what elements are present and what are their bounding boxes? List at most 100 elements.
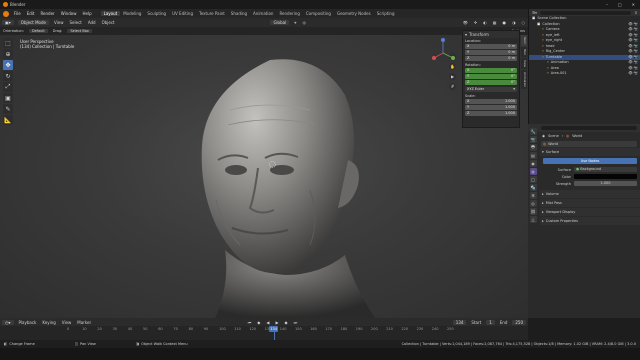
3d-viewport[interactable]: User Perspective (134) Collection | Turn… — [0, 35, 528, 318]
cursor-tool-icon[interactable]: ⊕ — [3, 49, 13, 59]
mode-dropdown[interactable]: Object Mode — [17, 20, 49, 25]
jump-end-icon[interactable]: ⏭ — [291, 320, 301, 325]
add-menu[interactable]: Add — [85, 20, 99, 25]
jump-start-icon[interactable]: ⏮ — [245, 320, 255, 325]
tab-tool[interactable]: Tool — [521, 46, 527, 57]
shading-solid-icon[interactable]: ● — [500, 20, 510, 25]
visibility-icon[interactable]: 👁 — [460, 20, 471, 25]
overlay-icon[interactable]: ◐ — [480, 20, 490, 25]
xray-icon[interactable]: ▦ — [490, 20, 500, 25]
timeline-view-menu[interactable]: View — [59, 320, 75, 325]
modifier-tab-icon[interactable]: 🔩 — [529, 184, 537, 191]
grid-view-icon[interactable]: # — [449, 83, 456, 90]
world-selector[interactable]: ◍ World — [541, 141, 637, 147]
menu-file[interactable]: File — [11, 11, 24, 16]
workspace-tab-scripting[interactable]: Scripting — [374, 11, 398, 16]
select-tool-icon[interactable]: ⬚ — [3, 38, 13, 48]
properties-search[interactable] — [541, 126, 637, 130]
transform-header[interactable]: ▾ Transform — [463, 31, 519, 38]
section-viewport-display[interactable]: ▸ Viewport Display — [540, 208, 640, 216]
drag-dropdown[interactable]: Select Box — [67, 29, 92, 33]
surface-shader-field[interactable]: ● Background — [574, 167, 637, 172]
menu-render[interactable]: Render — [37, 11, 57, 16]
timeline-editor-type[interactable]: ◷▾ — [2, 319, 14, 325]
minimize-button[interactable]: – — [601, 2, 613, 7]
use-nodes-button[interactable]: Use Nodes — [543, 158, 637, 164]
section-volume[interactable]: ▸ Volume — [540, 190, 640, 198]
next-key-icon[interactable]: ◆ — [282, 320, 291, 325]
scale-y-field[interactable]: Y 1.000 — [465, 104, 517, 110]
breadcrumb-scene[interactable]: Scene — [548, 134, 559, 138]
menu-edit[interactable]: Edit — [24, 11, 38, 16]
workspace-tab-geometry-nodes[interactable]: Geometry Nodes — [334, 11, 374, 16]
workspace-tab-shading[interactable]: Shading — [228, 11, 250, 16]
object-menu[interactable]: Object — [99, 20, 118, 25]
tab-animation[interactable]: Animation — [521, 69, 527, 90]
constraints-tab-icon[interactable]: ⛓ — [529, 208, 537, 215]
render-visibility-icon[interactable]: 📷 — [634, 71, 638, 77]
shading-rendered-icon[interactable]: ○ — [519, 20, 529, 25]
data-tab-icon[interactable]: △ — [529, 216, 537, 223]
color-swatch[interactable] — [574, 174, 637, 179]
workspace-tab-sculpting[interactable]: Sculpting — [144, 11, 169, 16]
rotation-y-field[interactable]: Y 0° — [465, 73, 517, 79]
particles-tab-icon[interactable]: ✲ — [529, 192, 537, 199]
location-x-field[interactable]: X 0 m — [465, 43, 517, 49]
maximize-button[interactable]: □ — [613, 2, 627, 7]
current-frame-field[interactable]: 134 — [452, 319, 467, 325]
timeline-area[interactable]: 0 10 20 30 40 50 60 70 80 90 100 110 120 130 140 150 160… — [0, 326, 528, 340]
object-tab-icon[interactable]: ▢ — [529, 176, 537, 183]
workspace-tab-rendering[interactable]: Rendering — [276, 11, 302, 16]
move-tool-icon[interactable]: ✥ — [3, 60, 13, 70]
outliner-item[interactable]: ▿ Area.001 👁 📷 — [529, 71, 640, 77]
keying-menu[interactable]: Keying — [39, 320, 58, 325]
surface-section-header[interactable]: ▾ Surface — [540, 148, 640, 156]
outliner-editor-icon[interactable]: ☰▾ — [532, 11, 537, 15]
orientation-dropdown[interactable]: Default — [28, 29, 48, 33]
workspace-tab-texture-paint[interactable]: Texture Paint — [196, 11, 228, 16]
transform-tool-icon[interactable]: ▣ — [3, 93, 13, 103]
breadcrumb-world[interactable]: World — [572, 134, 582, 138]
scale-x-field[interactable]: X 1.000 — [465, 98, 517, 104]
close-button[interactable]: ✕ — [627, 2, 640, 7]
render-tab-icon[interactable]: 📷 — [529, 136, 537, 143]
tool-tab-icon[interactable]: 🔧 — [529, 128, 537, 135]
outliner-search-icon[interactable] — [539, 10, 632, 15]
play-icon[interactable]: ▶ — [272, 320, 281, 325]
marker-menu[interactable]: Marker — [74, 320, 94, 325]
section-mist-pass[interactable]: ▸ Mist Pass — [540, 199, 640, 207]
scene-tab-icon[interactable]: ◉ — [529, 160, 537, 167]
rotation-x-field[interactable]: X 0° — [465, 67, 517, 73]
filter-icon[interactable]: ⊽ — [634, 11, 637, 15]
workspace-tab-compositing[interactable]: Compositing — [303, 11, 334, 16]
tab-item[interactable]: Item — [521, 35, 527, 46]
editor-type-button[interactable]: ▣▾ — [2, 20, 14, 25]
output-tab-icon[interactable]: 🖶 — [529, 144, 537, 151]
prev-key-icon[interactable]: ◆ — [254, 320, 263, 325]
view-menu[interactable]: View — [51, 20, 67, 25]
playback-menu[interactable]: Playback — [16, 320, 40, 325]
select-menu[interactable]: Select — [67, 20, 85, 25]
blender-menu-icon[interactable] — [3, 10, 9, 17]
proportional-icon[interactable]: ◎ — [299, 20, 309, 25]
workspace-tab-uv-editing[interactable]: UV Editing — [169, 11, 196, 16]
workspace-tab-layout[interactable]: Layout — [100, 11, 121, 16]
location-y-field[interactable]: Y 0 m — [465, 49, 517, 55]
view-layer-tab-icon[interactable]: ▤ — [529, 152, 537, 159]
strength-field[interactable]: 1.000 — [574, 181, 637, 186]
tab-view[interactable]: View — [521, 57, 527, 69]
physics-tab-icon[interactable]: ◎ — [529, 200, 537, 207]
navigation-gizmo[interactable] — [426, 36, 460, 70]
world-tab-icon[interactable]: ◍ — [529, 168, 537, 175]
scale-tool-icon[interactable]: ⤢ — [3, 82, 13, 92]
rotation-mode-dropdown[interactable]: XYZ Euler ▾ — [465, 86, 517, 92]
section-custom-properties[interactable]: ▸ Custom Properties — [540, 217, 640, 225]
play-reverse-icon[interactable]: ◀ — [263, 320, 272, 325]
workspace-tab-animation[interactable]: Animation — [250, 11, 276, 16]
start-frame-field[interactable]: 1 — [486, 319, 495, 325]
visibility-icon[interactable]: 👁 — [628, 71, 632, 77]
rotate-tool-icon[interactable]: ↻ — [3, 71, 13, 81]
menu-window[interactable]: Window — [58, 11, 80, 16]
gizmo-icon[interactable]: ✣ — [471, 20, 480, 25]
snap-icon[interactable]: ⌖ — [291, 20, 299, 25]
